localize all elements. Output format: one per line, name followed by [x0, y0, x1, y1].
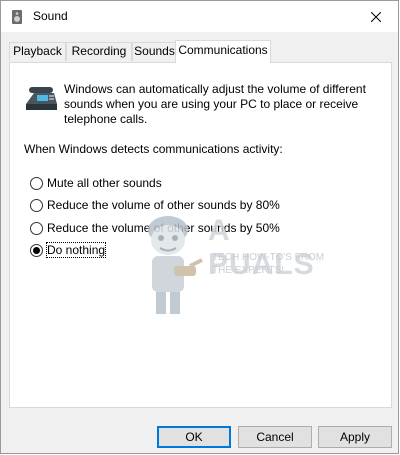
watermark-tagline: THE EXPERTS!: [212, 265, 285, 276]
radio-mute-all[interactable]: [30, 176, 43, 190]
radio-do-nothing[interactable]: [30, 243, 43, 257]
watermark-tagline: TECH HOW-TO'S FROM: [212, 252, 325, 263]
close-button[interactable]: [354, 1, 398, 32]
sound-dialog: Sound Playback Recording Sounds Communic…: [0, 0, 399, 454]
description-text: Windows can automatically adjust the vol…: [64, 82, 366, 126]
radio-reduce-50[interactable]: [30, 221, 43, 235]
apply-button[interactable]: Apply: [318, 426, 392, 448]
speaker-icon: [12, 10, 22, 24]
option-label: Mute all other sounds: [47, 176, 162, 190]
radio-reduce-80[interactable]: [30, 198, 43, 212]
tab-communications[interactable]: Communications: [175, 40, 271, 63]
option-do-nothing[interactable]: Do nothing: [30, 242, 107, 258]
window-title: Sound: [33, 9, 68, 23]
watermark: A PUALS TECH HOW-TO'S FROM THE EXPERTS!: [130, 208, 330, 348]
option-label: Do nothing: [45, 242, 107, 258]
tab-sounds[interactable]: Sounds: [132, 42, 177, 61]
option-mute-all[interactable]: Mute all other sounds: [30, 175, 162, 191]
mascot-icon: [148, 216, 203, 314]
tab-playback[interactable]: Playback: [9, 42, 66, 61]
cancel-button[interactable]: Cancel: [238, 426, 312, 448]
detect-activity-label: When Windows detects communications acti…: [24, 142, 283, 156]
close-icon: [371, 11, 381, 22]
communications-panel: Windows can automatically adjust the vol…: [9, 62, 392, 408]
ok-button[interactable]: OK: [157, 426, 231, 448]
title-bar: Sound: [1, 1, 398, 32]
tab-recording[interactable]: Recording: [66, 42, 132, 61]
telephone-icon: [26, 87, 57, 110]
